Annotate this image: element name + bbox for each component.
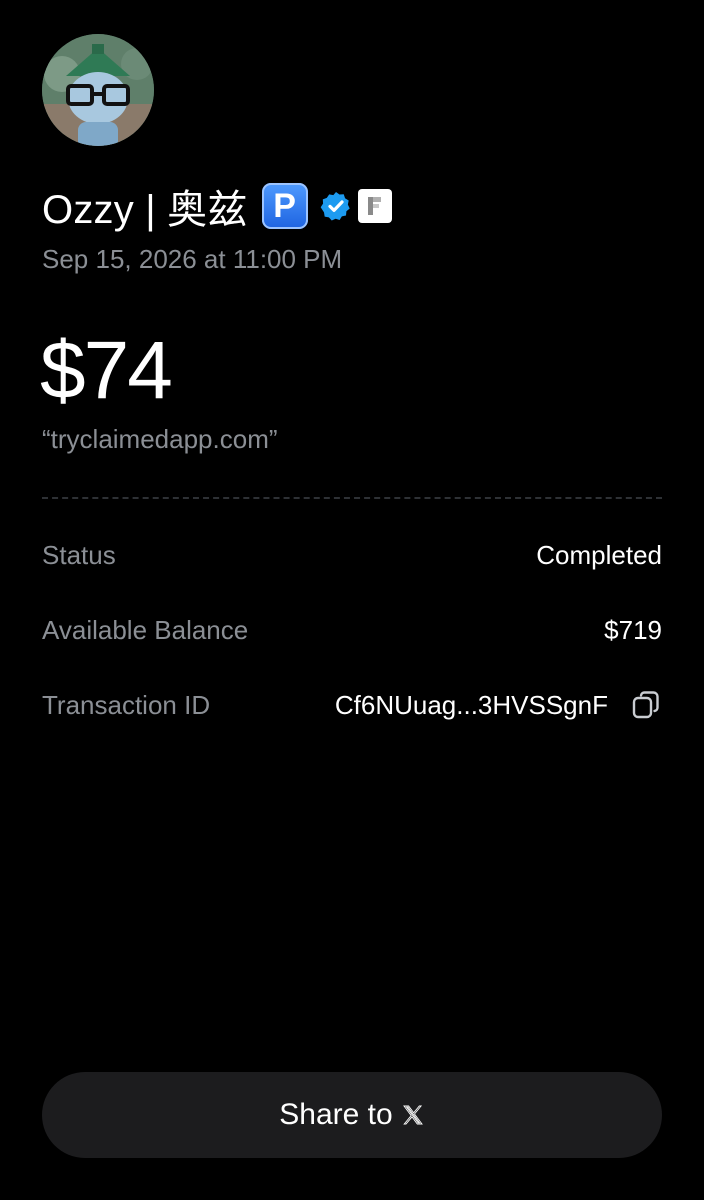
transaction-id-label: Transaction ID (42, 689, 211, 720)
status-row: Status Completed (42, 535, 662, 575)
transaction-id-row: Transaction ID Cf6NUuag...3HVSSgnF (42, 685, 662, 725)
balance-value: $719 (604, 614, 662, 645)
org-logo-glyph-icon (367, 197, 381, 215)
avatar[interactable] (42, 34, 154, 146)
org-logo-icon[interactable] (357, 189, 392, 223)
x-logo-icon (402, 1105, 423, 1125)
transaction-memo: “tryclaimedapp.com” (42, 424, 278, 454)
balance-label: Available Balance (42, 614, 249, 645)
share-button-label: Share to (279, 1098, 393, 1131)
profile-name[interactable]: Ozzy | 奥兹 (42, 177, 248, 235)
dashed-divider (42, 497, 662, 499)
transaction-date: Sep 15, 2026 at 11:00 PM (42, 244, 343, 274)
verified-badge-icon[interactable] (320, 190, 352, 222)
status-label: Status (42, 539, 116, 570)
share-to-x-button[interactable]: Share to (42, 1072, 662, 1158)
copy-icon[interactable] (630, 689, 662, 721)
parking-badge-icon: P (261, 183, 308, 229)
balance-row: Available Balance $719 (42, 610, 662, 650)
avatar-image (42, 34, 154, 146)
profile-header: Ozzy | 奥兹 P (42, 178, 392, 234)
status-value: Completed (536, 539, 662, 570)
transaction-id-value-group: Cf6NUuag...3HVSSgnF (335, 689, 662, 721)
transaction-amount: $74 (40, 325, 173, 416)
transaction-id-value: Cf6NUuag...3HVSSgnF (334, 689, 608, 720)
